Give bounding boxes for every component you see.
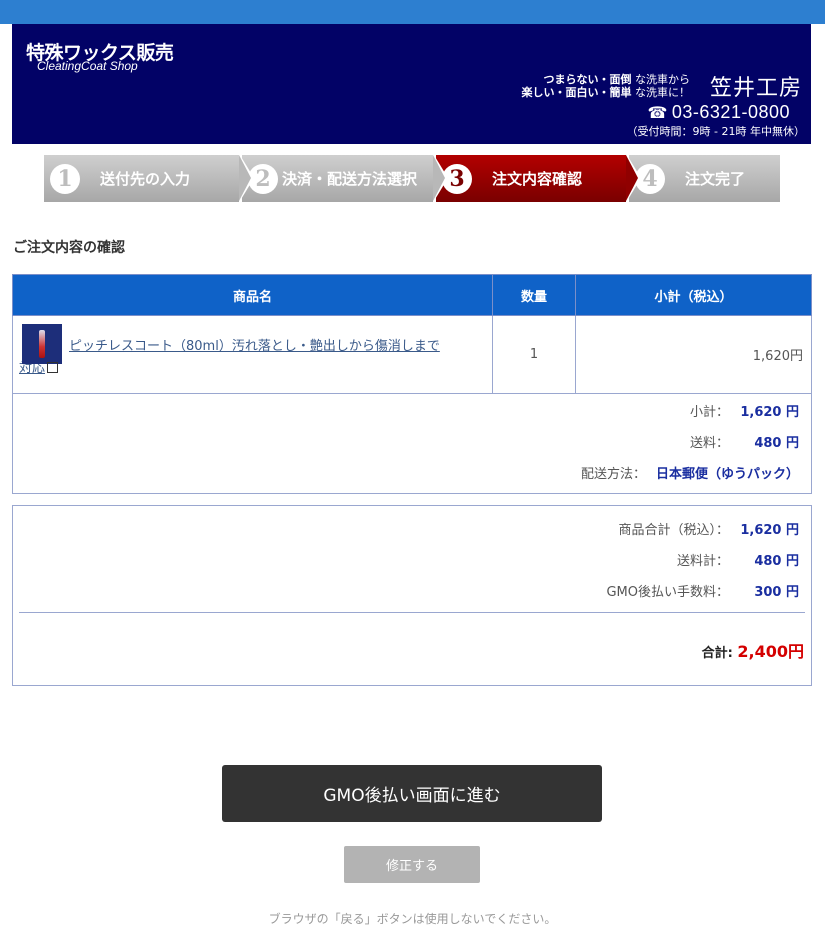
column-header-product: 商品名 — [12, 274, 493, 316]
product-link[interactable]: ピッチレスコート（80ml）汚れ落とし・艶出しから傷消しまで — [69, 339, 440, 354]
step-1-label: 送付先の入力 — [100, 170, 191, 188]
shipping-value: 480 円 — [754, 436, 799, 451]
gmo-fee-label: GMO後払い手数料： — [606, 585, 729, 600]
shipping-label: 送料： — [689, 436, 729, 451]
business-hours: （受付時間：9時 - 21時 年中無休） — [626, 125, 805, 138]
step-2-label: 決済・配送方法選択 — [282, 170, 418, 188]
phone-number-text: 03-6321-0800 — [671, 102, 790, 122]
external-link-icon[interactable] — [47, 361, 59, 373]
tagline: つまらない・面倒 な洗車から 楽しい・面白い・簡単 な洗車に！ — [522, 73, 691, 99]
page-title: ご注文内容の確認 — [13, 240, 125, 256]
summary-divider — [19, 612, 805, 613]
goods-total-row: 商品合計（税込）： 1,620 円 — [618, 519, 799, 538]
total-summary: 商品合計（税込）： 1,620 円 送料計： 480 円 GMO後払い手数料： … — [12, 505, 812, 686]
shipping-row: 送料： 480 円 — [690, 432, 799, 451]
shipping-total-row: 送料計： 480 円 — [677, 550, 799, 569]
step-4-label: 注文完了 — [685, 170, 746, 188]
brand-name: 笠井工房 — [709, 76, 802, 101]
tagline-line1-rest: な洗車から — [631, 73, 690, 86]
phone-icon: ☎ — [647, 105, 668, 122]
shipping-summary: 小計： 1,620 円 送料： 480 円 配送方法： 日本郵便（ゆうパック） — [12, 388, 812, 494]
gmo-fee-row: GMO後払い手数料： 300 円 — [606, 581, 799, 600]
delivery-method-label: 配送方法： — [580, 467, 646, 482]
step-1-number: 1 — [50, 163, 80, 194]
step-4: 4 注文完了 — [629, 155, 780, 202]
gmo-fee-value: 300 円 — [754, 585, 799, 600]
quantity-cell: 1 — [492, 315, 576, 394]
step-3-label: 注文内容確認 — [492, 170, 583, 188]
subtotal-value: 1,620 円 — [740, 405, 799, 420]
shipping-total-label: 送料計： — [676, 554, 729, 569]
order-table: 商品名 数量 小計（税込） ピッチレスコート（80ml）汚れ落とし・艶出しから傷… — [12, 274, 812, 394]
subtotal-cell: 1,620円 — [575, 315, 812, 394]
modify-button[interactable]: 修正する — [344, 846, 480, 883]
grand-total-label: 合計: — [701, 646, 733, 661]
checkout-steps: 1 送付先の入力 2 決済・配送方法選択 3 注文内容確認 4 注文完了 — [44, 155, 780, 202]
goods-total-label: 商品合計（税込）： — [618, 523, 729, 538]
tagline-line2-rest: な洗車に！ — [631, 86, 690, 99]
gmo-payment-button[interactable]: GMO後払い画面に進む — [222, 765, 602, 822]
shop-subtitle: CleatingCoat Shop — [37, 59, 138, 73]
tagline-line2-bold: 楽しい・面白い・簡単 — [521, 86, 632, 99]
grand-total: 合計: 2,400円 — [702, 638, 804, 662]
delivery-method-value: 日本郵便（ゆうパック） — [655, 467, 799, 482]
tagline-line1-bold: つまらない・面倒 — [543, 73, 632, 86]
goods-total-value: 1,620 円 — [740, 523, 799, 538]
phone-number: ☎ 03-6321-0800 — [647, 102, 790, 123]
step-2: 2 決済・配送方法選択 — [242, 155, 448, 202]
subtotal-row: 小計： 1,620 円 — [690, 401, 799, 420]
step-3: 3 注文内容確認 — [436, 155, 641, 202]
delivery-method-row: 配送方法： 日本郵便（ゆうパック） — [581, 463, 799, 482]
column-header-subtotal: 小計（税込） — [575, 274, 812, 316]
column-header-qty: 数量 — [492, 274, 576, 316]
table-row: ピッチレスコート（80ml）汚れ落とし・艶出しから傷消しまで 対応 1 1,62… — [12, 315, 812, 394]
step-1: 1 送付先の入力 — [44, 155, 254, 202]
top-bar — [0, 0, 825, 24]
shipping-total-value: 480 円 — [754, 554, 799, 569]
back-button-warning: ブラウザの「戻る」ボタンは使用しないでください。 — [268, 912, 557, 926]
grand-total-value: 2,400円 — [737, 642, 804, 661]
product-cell: ピッチレスコート（80ml）汚れ落とし・艶出しから傷消しまで 対応 — [12, 315, 493, 394]
site-header-banner: 特殊ワックス販売 CleatingCoat Shop つまらない・面倒 な洗車か… — [12, 24, 811, 144]
product-thumbnail[interactable] — [22, 324, 62, 364]
subtotal-label: 小計： — [689, 405, 729, 420]
